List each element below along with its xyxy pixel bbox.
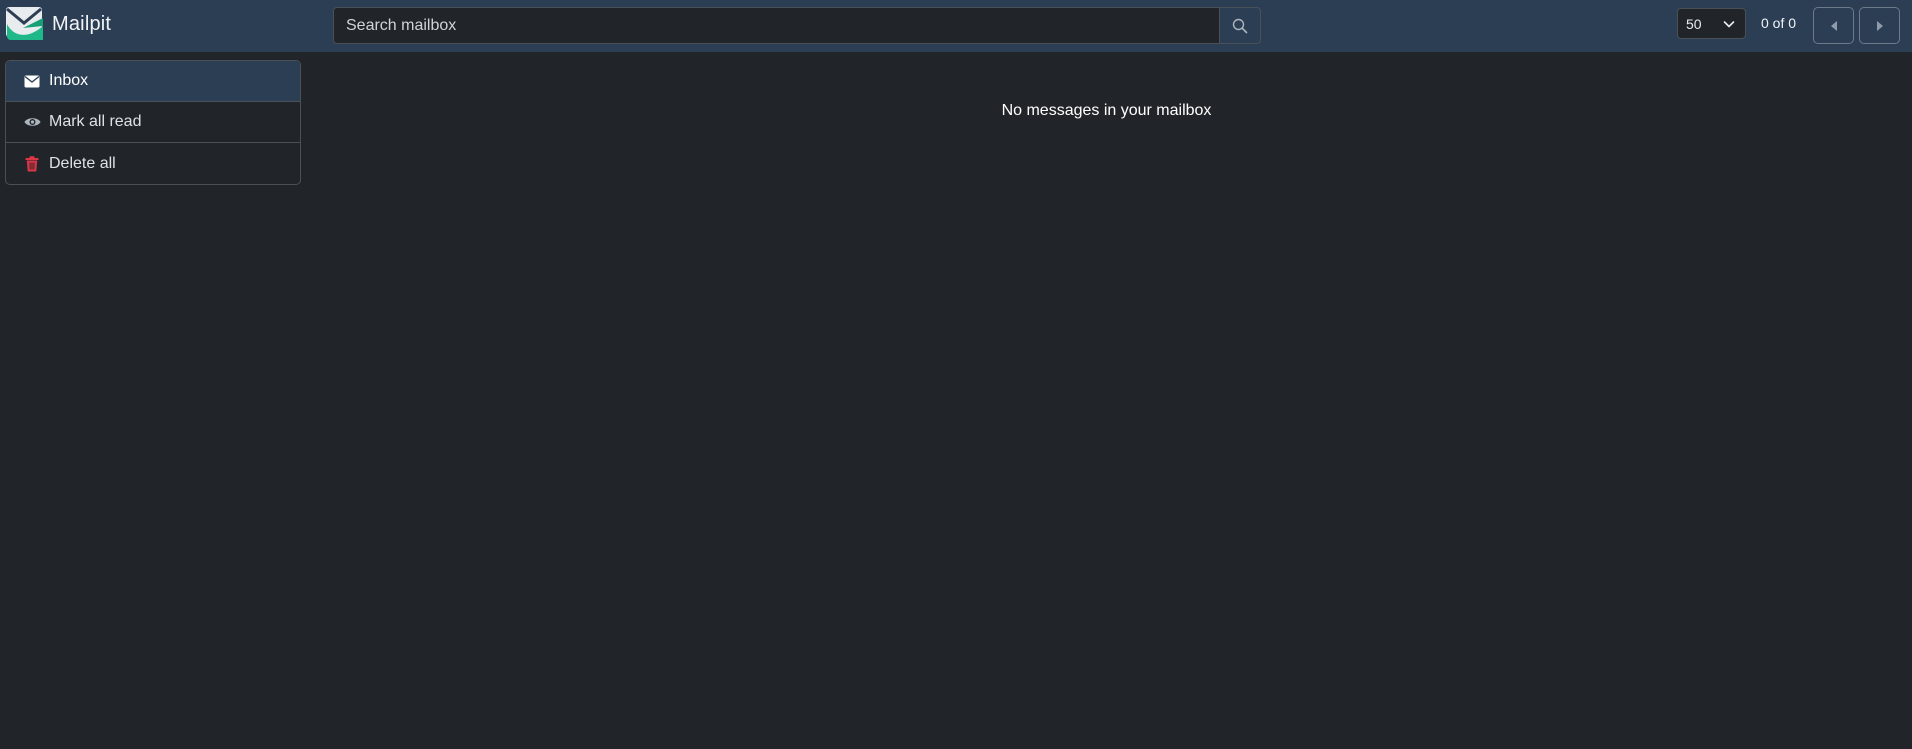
search-form — [333, 7, 1261, 44]
top-navbar: Mailpit 50 0 of 0 — [0, 0, 1912, 52]
caret-left-icon — [1830, 20, 1837, 31]
envelope-icon — [23, 72, 41, 90]
next-page-button[interactable] — [1859, 7, 1900, 44]
per-page-select[interactable]: 50 — [1677, 8, 1746, 39]
caret-right-icon — [1876, 20, 1883, 31]
chevron-down-icon — [1723, 21, 1735, 28]
pagination-count: 0 of 0 — [1761, 15, 1797, 31]
eye-icon — [23, 113, 41, 131]
empty-mailbox-message: No messages in your mailbox — [1001, 102, 1212, 119]
trash-icon — [23, 155, 41, 173]
search-button[interactable] — [1219, 7, 1261, 44]
sidebar-item-label: Delete all — [49, 154, 116, 172]
previous-page-button[interactable] — [1813, 7, 1854, 44]
brand-link[interactable]: Mailpit — [5, 6, 111, 42]
sidebar-item-label: Mark all read — [49, 113, 142, 130]
sidebar-item-delete-all[interactable]: Delete all — [6, 143, 300, 184]
sidebar-item-label: Inbox — [49, 72, 89, 89]
app-name: Mailpit — [52, 12, 112, 35]
search-icon — [1232, 18, 1248, 33]
search-input[interactable] — [333, 7, 1219, 44]
sidebar-item-mark-all-read[interactable]: Mark all read — [6, 102, 300, 143]
per-page-value: 50 — [1686, 15, 1702, 32]
sidebar-menu: Inbox Mark all read Delete all — [5, 60, 301, 185]
sidebar-item-inbox[interactable]: Inbox — [6, 61, 300, 102]
mailpit-logo-icon — [6, 7, 43, 40]
